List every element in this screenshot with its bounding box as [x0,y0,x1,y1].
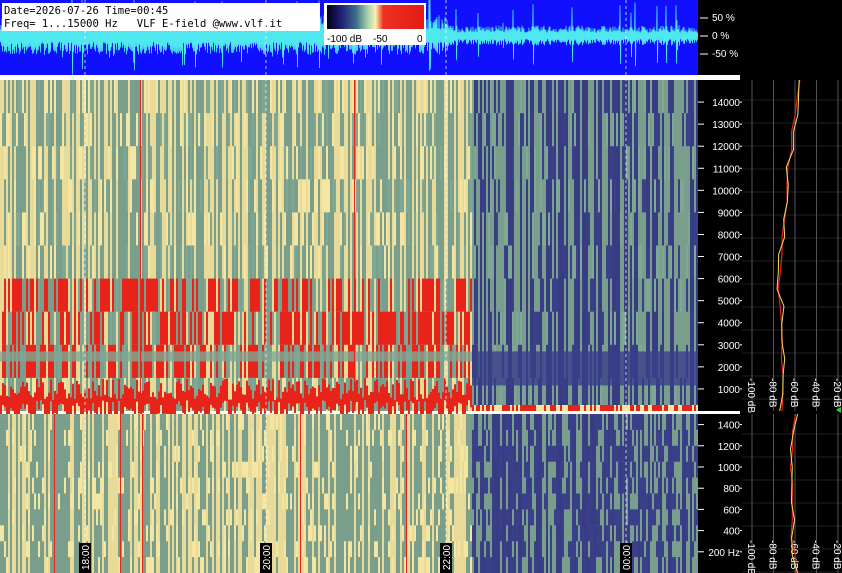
profile-tick-label: -100 dB [745,540,756,573]
axis-label: 10000 [712,186,740,197]
vlf-spectrogram-display: 50 % 0 % -50 % Date=2026-07-26 Time=00:4… [0,0,842,573]
axis-label: 400 [723,527,740,538]
axis-label: 14000 [712,98,740,109]
profile-tick-label: -80 dB [767,378,778,408]
header-date-time: Date=2026-07-26 Time=00:45 [4,5,168,17]
time-label: 20:00 [260,543,273,573]
axis-label: 3000 [718,341,741,352]
axis-label: 13000 [712,120,740,131]
svg-text:20:00: 20:00 [262,545,273,570]
colorbar-tick: 0 [417,34,423,45]
axis-label: 7000 [718,253,741,264]
waveform-scale-label: 0 % [712,31,729,42]
axis-label: 12000 [712,142,740,153]
axis-label: 6000 [718,275,741,286]
svg-text:00:00: 00:00 [622,545,633,570]
axis-label: 1200 [718,442,741,453]
axis-label: 200 Hz [708,548,740,559]
profile-tick-label: -60 dB [788,540,799,570]
colorbar-tick: -50 [373,34,388,45]
divider [0,75,740,80]
profile-tick-label: -100 dB [745,378,756,413]
axis-label: 4000 [718,319,741,330]
profile-tick-label: -80 dB [767,540,778,570]
upper-spectrogram [0,80,698,422]
profile-tick-label: -60 dB [788,378,799,408]
axis-label: 800 [723,484,740,495]
axis-label: 2000 [718,363,741,374]
colorbar-gradient [327,5,424,29]
header-frequency-info: Freq= 1...15000 Hz VLF E-field @www.vlf.… [4,18,282,30]
axis-label: 1000 [718,385,741,396]
profile-tick-label: -40 dB [810,540,821,570]
time-label: 22:00 [440,543,453,573]
svg-text:22:00: 22:00 [442,545,453,570]
time-label: 00:00 [620,543,633,573]
profile-tick-label: -20 dB [831,540,842,570]
lower-spectrogram [0,414,698,573]
waveform-scale-label: -50 % [712,49,738,60]
axis-label: 9000 [718,208,741,219]
axis-label: 5000 [718,297,741,308]
colorbar-tick: -100 dB [327,34,362,45]
axis-label: 1400 [718,421,741,432]
profile-tick-label: -20 dB [831,378,842,408]
axis-label: 600 [723,505,740,516]
axis-label: 11000 [713,164,741,175]
waveform-scale-label: 50 % [712,13,735,24]
axis-label: 1000 [718,463,741,474]
svg-text:18:00: 18:00 [81,545,92,570]
profile-tick-label: -40 dB [810,378,821,408]
time-label: 18:00 [79,543,92,573]
axis-label: 8000 [718,230,741,241]
